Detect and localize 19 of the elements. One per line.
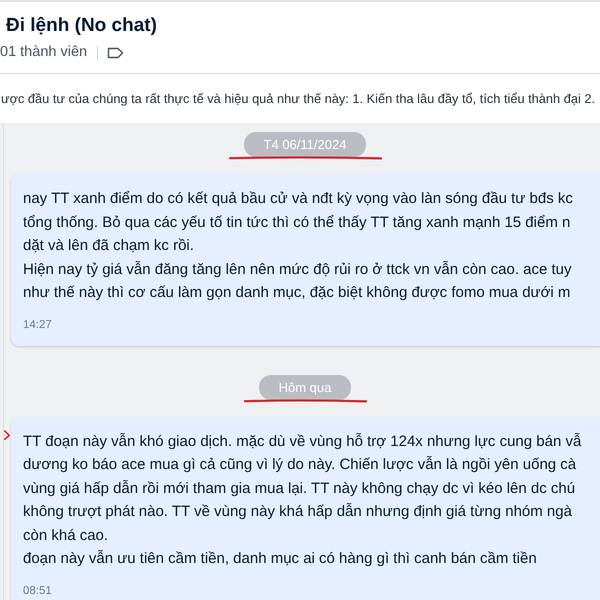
message-text: Hiện nay tỷ giá vẫn đăng tăng lên nên mức độ rủi ro ở ttck vn vẫn còn cao. ace tuy — [23, 260, 572, 280]
message-text: nay TT xanh điểm do có kết quả bầu cử và nđt kỳ vọng vào làn sóng đầu tư bđs kc — [23, 189, 573, 209]
message-text: đoạn này vẫn ưu tiên cầm tiền, danh mục ai có hàng gì thì canh bán cầm tiền — [23, 549, 537, 570]
message-text: TT đoạn này vẫn khó giao dịch. mặc dù về vùng hỗ trợ 124x nhưng lực cung bán vẫ — [23, 432, 582, 452]
message-time: 08:51 — [23, 584, 52, 599]
message-time: 14:27 — [23, 318, 52, 332]
message-text: còn khá cao. — [23, 526, 108, 546]
message-text: vùng giá hấp dẫn rồi mới tham gia mua lại. TT này không chạy dc vì kéo lên dc chú — [23, 478, 576, 499]
chat-title: Đi lệnh (No chat) — [6, 14, 158, 38]
message-text: dặt và lên đã chạm kc rồi. — [23, 236, 194, 256]
date-divider: T4 06/11/2024 — [244, 132, 366, 157]
message-text: không trượt phát nào. TT về vùng này khá hấp dẫn nhưng định giá từng nhóm ngà — [23, 502, 572, 522]
pinned-message[interactable]: ược đầu tư của chúng ta rất thực tế và hiệu quả như thế này: 1. Kiến tha lâu đầy tổ, tích tiểu thành đại 2. — [1, 88, 596, 108]
message-text: dương ko báo ace mua gì cả cũng vì lý do này. Chiến lược vẫn là ngồi yên uống cà — [23, 455, 576, 476]
tag-icon[interactable] — [107, 47, 124, 59]
message-text: như thế này thì cơ cấu làm gọn danh mục, đặc biệt không được fomo mua dưới m — [23, 283, 570, 303]
date-divider: Hôm qua — [258, 374, 352, 400]
message-text: tổng thống. Bỏ qua các yếu tố tin tức thì có thể thấy TT tăng xanh mạnh 15 điểm n — [23, 212, 570, 232]
member-count[interactable]: 01 thành viên — [0, 42, 88, 64]
